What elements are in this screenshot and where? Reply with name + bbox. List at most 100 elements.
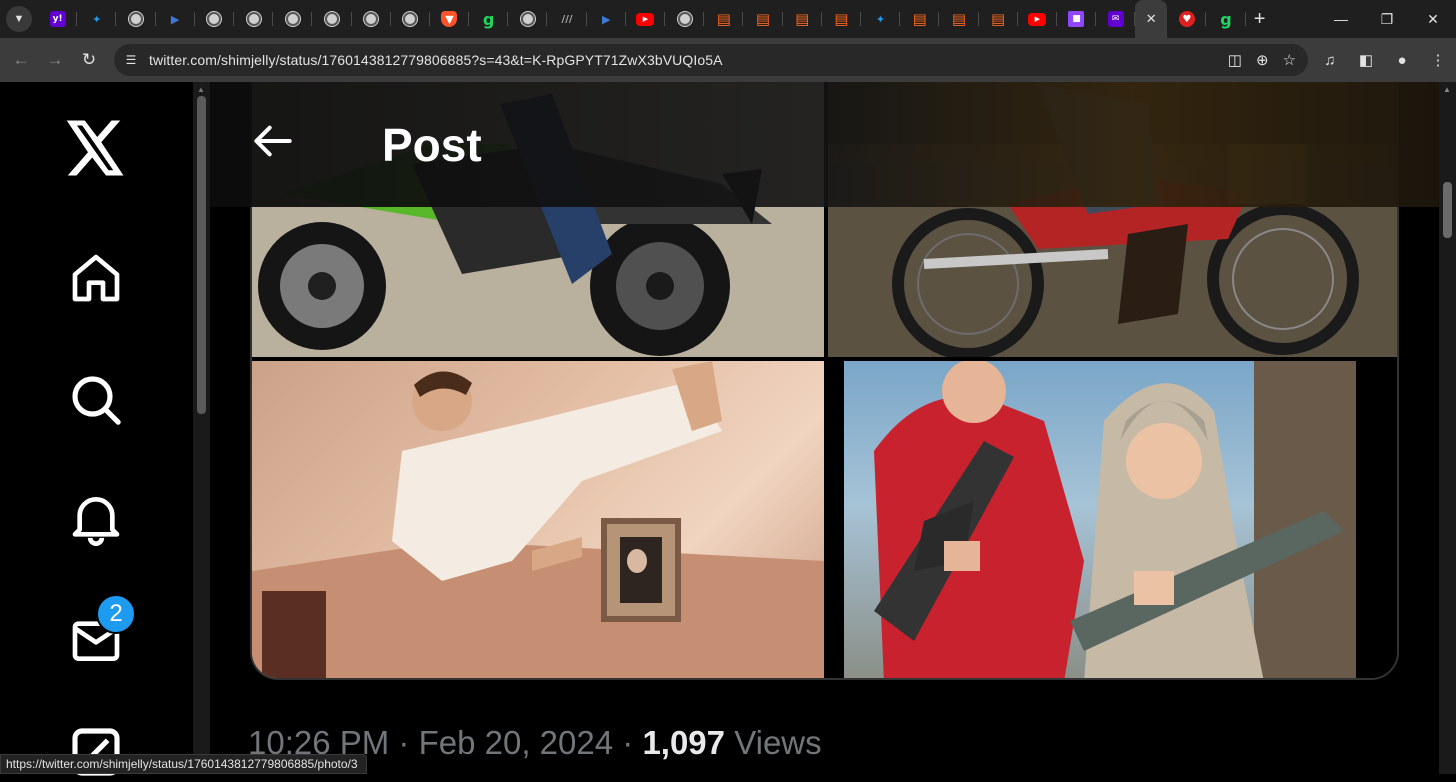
photo-4-image — [844, 361, 1356, 678]
browser-tab[interactable]: ▤ — [704, 0, 744, 38]
globe-icon — [363, 11, 380, 27]
browser-tab[interactable]: y! — [38, 0, 78, 38]
profile-icon[interactable]: ● — [1384, 38, 1420, 82]
separator: · — [622, 724, 634, 761]
sidebar-scroll-thumb[interactable] — [197, 96, 206, 414]
photo-3[interactable] — [252, 361, 824, 678]
scroll-up-icon[interactable]: ▲ — [197, 85, 205, 94]
post-date[interactable]: Feb 20, 2024 — [419, 724, 614, 761]
url-text[interactable]: twitter.com/shimjelly/status/17601438127… — [149, 52, 723, 68]
views-label: Views — [734, 724, 822, 761]
browser-tab[interactable]: ▤ — [783, 0, 822, 38]
close-icon[interactable]: ✕ — [1146, 11, 1157, 27]
bookmark-icon: ▤ — [716, 10, 731, 28]
globe-icon — [402, 11, 419, 27]
globe-icon — [127, 11, 144, 27]
main-column: Post 10:26 PM · Feb 20, 2024 · 1,097 Vie… — [210, 82, 1439, 774]
search-icon[interactable] — [66, 370, 126, 430]
side-panel-icon[interactable]: ◧ — [1348, 38, 1384, 82]
forward-nav-button[interactable]: → — [38, 43, 72, 77]
browser-tab[interactable]: ▤ — [939, 0, 979, 38]
browser-tab[interactable]: ▤ — [743, 0, 783, 38]
reload-button[interactable]: ↻ — [72, 43, 106, 77]
browser-tab[interactable]: ▶ — [156, 0, 195, 38]
back-button[interactable] — [248, 116, 298, 166]
page-scrollbar[interactable]: ▲ — [1439, 82, 1456, 774]
bookmark-icon: ▤ — [755, 10, 771, 28]
browser-tab[interactable] — [312, 0, 352, 38]
arrow-icon: ▶ — [601, 12, 611, 26]
browser-tab[interactable]: ✦ — [77, 0, 117, 38]
tab-strip: ▼ y! ✦ ▶ ▼ g /// ▶ ▶ ▤ ▤ ▤ ▤ ✦ ▤ ▤ ▤ ▶ ■ ✉ ✕ ♥ g + — ❐ ✕ — [0, 0, 1456, 38]
new-tab-button[interactable]: + — [1246, 0, 1274, 38]
browser-tab[interactable]: g — [1206, 0, 1246, 38]
arrow-right-icon: → — [46, 50, 64, 69]
post-header: Post — [210, 82, 1439, 207]
browser-tab[interactable]: ♥ — [1167, 0, 1207, 38]
browser-tab[interactable]: ▶ — [626, 0, 666, 38]
globe-icon — [245, 11, 262, 27]
page-scroll-thumb[interactable] — [1443, 182, 1452, 238]
bookmark-icon: ▤ — [795, 10, 810, 28]
youtube-icon: ▶ — [636, 12, 655, 26]
browser-tab[interactable]: ✕ — [1135, 0, 1168, 38]
twitch-icon: ■ — [1068, 11, 1085, 27]
window-controls: — ❐ ✕ — [1318, 0, 1456, 38]
browser-tab[interactable] — [508, 0, 548, 38]
site-info-icon[interactable]: ☰ — [116, 44, 146, 76]
browser-tab[interactable]: ▤ — [822, 0, 862, 38]
browser-tab[interactable]: ▤ — [900, 0, 940, 38]
close-window-button[interactable]: ✕ — [1410, 0, 1456, 38]
browser-tab[interactable]: ▶ — [1018, 0, 1058, 38]
messages-badge: 2 — [96, 594, 136, 634]
address-bar[interactable]: ☰ twitter.com/shimjelly/status/176014381… — [114, 44, 1308, 76]
browser-tab[interactable]: g — [469, 0, 509, 38]
browser-tab[interactable]: ✦ — [861, 0, 901, 38]
install-app-icon[interactable]: ◫ — [1228, 51, 1242, 69]
globe-icon — [676, 11, 693, 27]
views-count: 1,097 — [642, 724, 726, 761]
bookmark-icon: ▤ — [991, 10, 1006, 28]
media-control-icon[interactable]: ♫ — [1312, 38, 1348, 82]
browser-tab[interactable]: ▼ — [430, 0, 470, 38]
browser-tab[interactable] — [665, 0, 705, 38]
globe-icon — [206, 11, 223, 27]
restore-icon: ❐ — [1380, 10, 1394, 27]
browser-tab[interactable] — [116, 0, 156, 38]
minimize-button[interactable]: — — [1318, 0, 1364, 38]
status-bar: https://twitter.com/shimjelly/status/176… — [0, 754, 367, 774]
browser-toolbar: ← → ↻ ☰ twitter.com/shimjelly/status/176… — [0, 38, 1456, 82]
back-nav-button[interactable]: ← — [4, 43, 38, 77]
mail-icon: ✉ — [1107, 11, 1124, 27]
arrow-icon: ▶ — [170, 12, 180, 26]
restore-button[interactable]: ❐ — [1364, 0, 1410, 38]
globe-icon — [323, 11, 340, 27]
yahoo-icon: y! — [49, 11, 66, 27]
bookmark-icon: ▤ — [912, 10, 927, 28]
browser-tab[interactable]: ✉ — [1096, 0, 1136, 38]
x-logo-icon[interactable] — [66, 118, 126, 178]
bell-icon[interactable] — [66, 488, 126, 548]
browser-tab[interactable]: /// — [547, 0, 587, 38]
browser-tab[interactable]: ■ — [1057, 0, 1097, 38]
browser-tab[interactable]: ▶ — [587, 0, 627, 38]
browser-tab[interactable] — [352, 0, 391, 38]
zoom-icon[interactable]: ⊕ — [1256, 51, 1269, 69]
browser-tab[interactable] — [234, 0, 274, 38]
browser-tab[interactable] — [195, 0, 235, 38]
photo-4[interactable] — [828, 361, 1397, 678]
browser-tab[interactable] — [391, 0, 431, 38]
shield-icon: ✦ — [875, 12, 886, 26]
scroll-up-icon[interactable]: ▲ — [1443, 85, 1451, 94]
tab-search-button[interactable]: ▼ — [6, 6, 32, 32]
home-icon[interactable] — [66, 248, 126, 308]
tab-list: y! ✦ ▶ ▼ g /// ▶ ▶ ▤ ▤ ▤ ▤ ✦ ▤ ▤ ▤ ▶ ■ ✉ ✕ ♥ g — [38, 0, 1246, 38]
browser-tab[interactable]: ▤ — [979, 0, 1018, 38]
browser-tab[interactable] — [273, 0, 313, 38]
globe-icon — [519, 11, 536, 27]
g-icon: g — [1220, 9, 1232, 29]
sidebar-scrollbar[interactable]: ▲ — [193, 82, 210, 774]
bookmark-star-icon[interactable]: ☆ — [1283, 51, 1296, 69]
shield-icon: ✦ — [92, 12, 102, 26]
menu-kebab-icon[interactable]: ⋮ — [1420, 38, 1456, 82]
